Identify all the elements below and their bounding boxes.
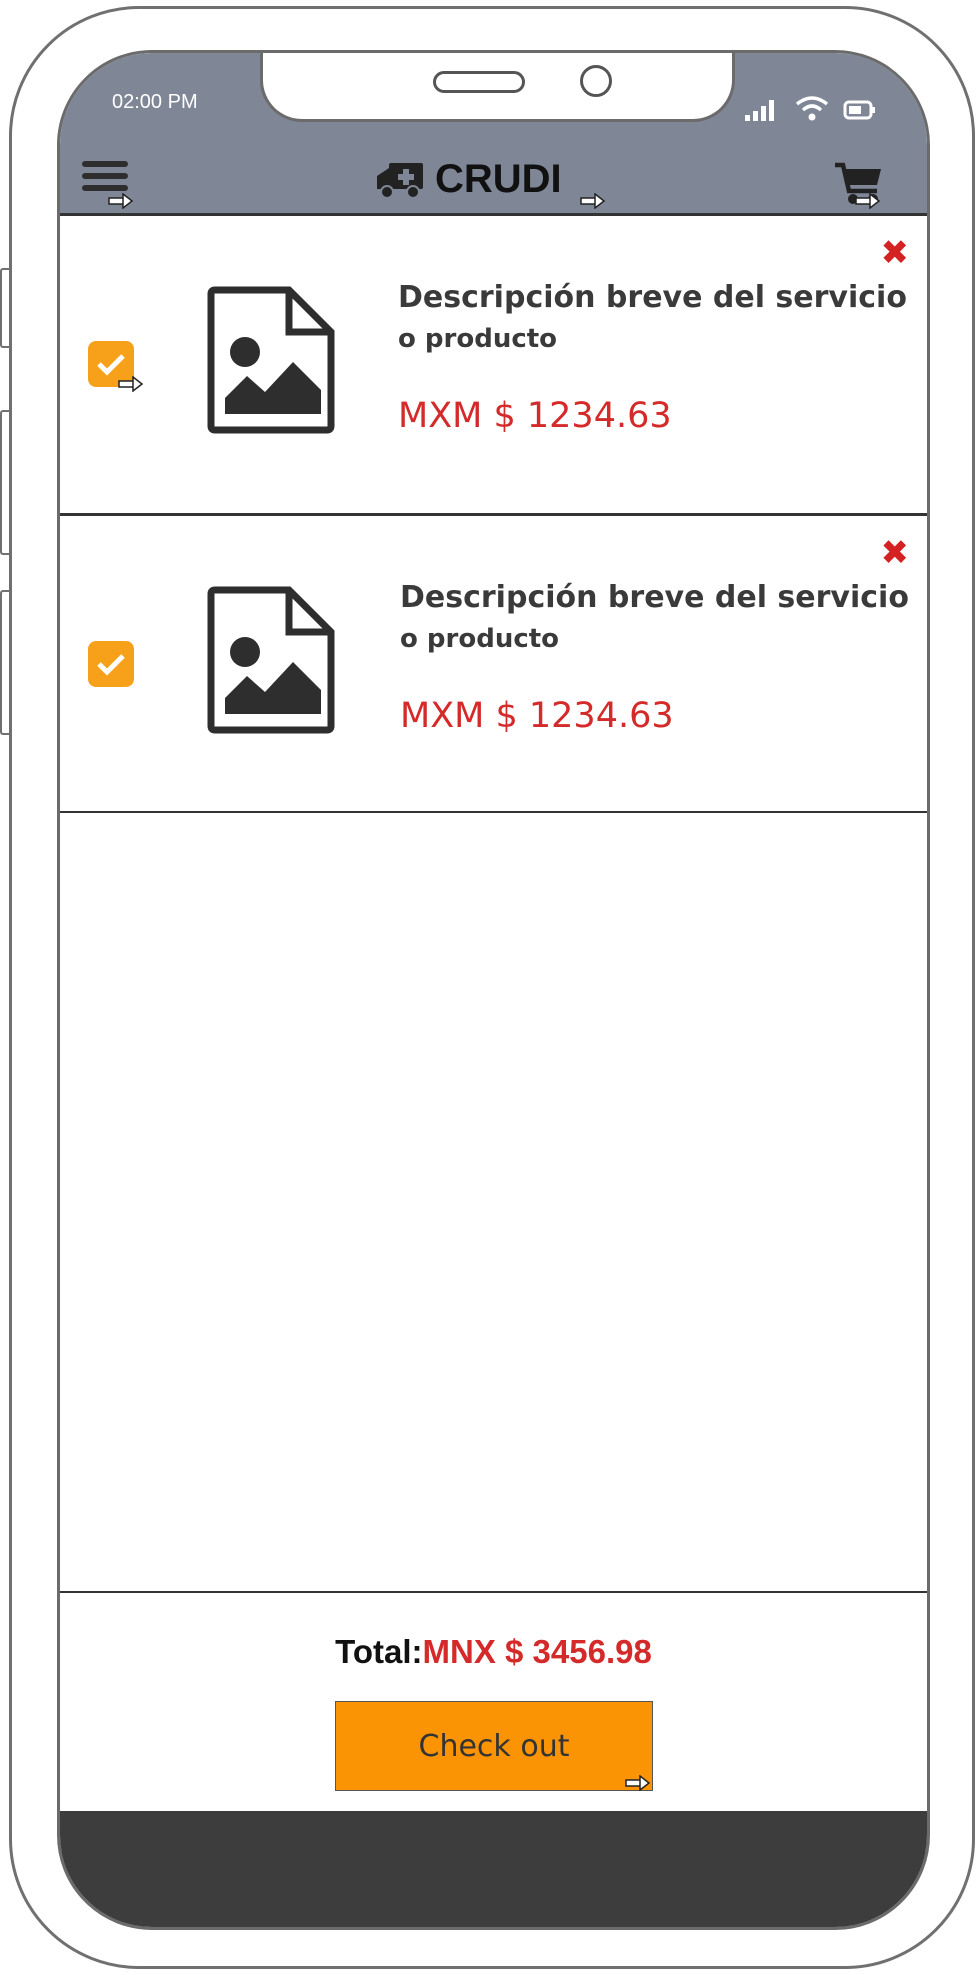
- item-description-line1: Descripción breve del servicio: [400, 580, 909, 615]
- image-file-icon: [207, 286, 337, 438]
- checkmark-icon: [97, 354, 125, 376]
- link-arrow-icon: [580, 193, 606, 209]
- image-file-icon: [207, 586, 337, 738]
- phone-side-button: [0, 410, 9, 555]
- link-arrow-icon: [118, 376, 144, 392]
- link-arrow-icon: [625, 1775, 651, 1791]
- cart-item: Descripción breve del servicio o product…: [60, 213, 927, 513]
- ambulance-icon: [377, 162, 423, 199]
- link-arrow-icon: [855, 193, 881, 209]
- item-description: Descripción breve del servicio o product…: [398, 276, 918, 358]
- wifi-icon: [795, 96, 829, 121]
- cart-item-list: Descripción breve del servicio o product…: [60, 213, 927, 813]
- link-arrow-icon: [108, 193, 134, 209]
- checkmark-icon: [97, 654, 125, 676]
- item-description: Descripción breve del servicio o product…: [400, 576, 920, 658]
- close-icon[interactable]: ✖: [881, 536, 910, 570]
- item-description-line1: Descripción breve del servicio: [398, 280, 907, 315]
- brand-logo[interactable]: CRUDI: [375, 157, 562, 202]
- app-title: CRUDI: [435, 157, 562, 201]
- item-description-line2: o producto: [398, 324, 558, 354]
- checkout-button[interactable]: Check out: [335, 1701, 653, 1791]
- checkout-button-label: Check out: [418, 1728, 570, 1764]
- total-value: MNX $ 3456.98: [422, 1633, 652, 1670]
- item-price: MXM $ 1234.63: [398, 396, 672, 436]
- item-description-line2: o producto: [400, 624, 560, 654]
- total-label: Total:: [335, 1633, 423, 1670]
- status-time: 02:00 PM: [112, 91, 198, 113]
- bottom-navigation-bar: [60, 1811, 927, 1927]
- item-checkbox[interactable]: [88, 641, 134, 687]
- phone-screen: 02:00 PM CRUDI Descripción breve del ser…: [57, 50, 930, 1930]
- phone-camera: [580, 65, 612, 97]
- phone-side-button: [0, 590, 9, 735]
- phone-speaker: [433, 71, 525, 93]
- cart-summary: Total:MNX $ 3456.98 Check out: [60, 1591, 927, 1813]
- item-price: MXM $ 1234.63: [400, 696, 674, 736]
- status-icons: [745, 95, 877, 121]
- cart-total: Total:MNX $ 3456.98: [60, 1633, 927, 1671]
- close-icon[interactable]: ✖: [881, 236, 910, 270]
- cart-item: Descripción breve del servicio o product…: [60, 513, 927, 813]
- battery-icon: [843, 100, 875, 120]
- phone-side-button: [0, 268, 9, 348]
- signal-icon: [745, 100, 774, 121]
